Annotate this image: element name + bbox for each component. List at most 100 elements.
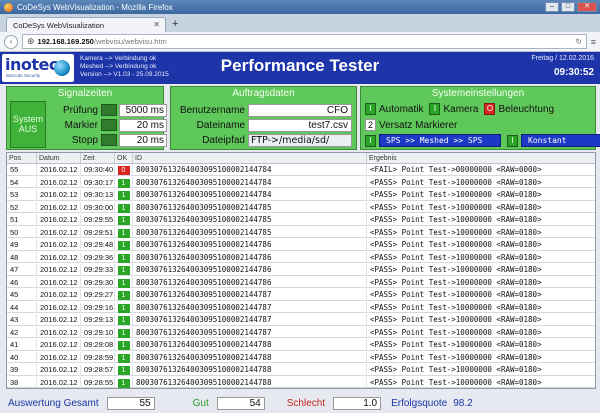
signal-value-input[interactable]: 5000 ms: [119, 103, 167, 117]
kamera-toggle[interactable]: I: [429, 103, 441, 115]
automatik-label: Automatik: [379, 103, 424, 115]
ok-indicator: 1: [117, 241, 130, 250]
menu-icon[interactable]: ≡: [591, 37, 596, 47]
cell-id: 800307613264003095100002144785: [133, 226, 367, 239]
settings-row-3: I SPS >> Meshed >> SPS I Konstant: [365, 134, 600, 147]
ok-indicator: 1: [117, 253, 130, 263]
signal-indicator: [101, 119, 117, 131]
kamera-label: Kamera: [443, 103, 479, 115]
back-icon[interactable]: ‹: [4, 34, 18, 49]
schlecht-label: Schlecht: [286, 397, 326, 409]
cell-time: 09:30:40: [81, 164, 115, 176]
cell-pos: 42: [7, 326, 37, 339]
dateiname-input[interactable]: test7.csv: [248, 118, 352, 132]
table-row[interactable]: 52 2016.02.12 09:30:00 1 8003076132640030951…: [7, 201, 595, 214]
navigation-bar: ‹ ⊕ 192.168.169.250 /webvisu/webvisu.htm…: [0, 32, 600, 52]
cell-date: 2016.02.12: [37, 376, 81, 388]
table-row[interactable]: 50 2016.02.12 09:29:51 1 8003076132640030951…: [7, 226, 595, 239]
field-benutzername: Benutzername CFO: [174, 103, 352, 117]
cell-result: <PASS> Point Test->10000000 <RAW=0180>: [367, 177, 595, 189]
benutzername-input[interactable]: CFO: [248, 103, 352, 117]
beleuchtung-label: Beleuchtung: [498, 103, 555, 115]
konstant-toggle[interactable]: I: [507, 134, 518, 147]
logo-subtext: Barcode Security: [6, 73, 41, 78]
minimize-button[interactable]: –: [545, 2, 559, 12]
table-row[interactable]: 40 2016.02.12 09:28:59 1 8003076132640030951…: [7, 351, 595, 364]
cell-time: 09:29:16: [81, 301, 115, 314]
cell-time: 09:29:08: [81, 339, 115, 351]
table-row[interactable]: 48 2016.02.12 09:29:36 1 8003076132640030951…: [7, 251, 595, 264]
beleuchtung-toggle[interactable]: O: [484, 103, 496, 115]
table-row[interactable]: 41 2016.02.12 09:29:08 1 8003076132640030951…: [7, 339, 595, 351]
table-row[interactable]: 46 2016.02.12 09:29:30 1 8003076132640030951…: [7, 276, 595, 289]
table-row[interactable]: 45 2016.02.12 09:29:27 1 8003076132640030951…: [7, 289, 595, 301]
cell-ok: 1: [115, 239, 133, 251]
field-dateipfad: Dateipfad FTP->/media/sd/: [174, 133, 352, 147]
signal-row-markier: Markier 20 ms: [49, 118, 167, 132]
auftragsdaten-panel: Auftragsdaten Benutzername CFO Dateiname…: [170, 86, 357, 150]
cell-result: <PASS> Point Test->10000000 <RAW=0180>: [367, 289, 595, 301]
cell-pos: 48: [7, 251, 37, 264]
signal-value-input[interactable]: 20 ms: [119, 118, 167, 132]
reload-icon[interactable]: ↻: [575, 37, 581, 46]
new-tab-icon[interactable]: +: [172, 18, 178, 30]
signal-value-input[interactable]: 20 ms: [119, 133, 167, 147]
route-button[interactable]: SPS >> Meshed >> SPS: [379, 134, 501, 147]
column-header-ergebnis: Ergebnis: [367, 153, 595, 164]
gesamt-label: Auswertung Gesamt: [8, 397, 99, 409]
cell-time: 09:29:33: [81, 264, 115, 276]
cell-ok: 1: [115, 276, 133, 289]
maximize-button[interactable]: □: [561, 2, 575, 12]
table-row[interactable]: 38 2016.02.12 09:28:55 1 8003076132640030951…: [7, 376, 595, 388]
cell-id: 800307613264003095100002144787: [133, 326, 367, 339]
url-bar[interactable]: ⊕ 192.168.169.250 /webvisu/webvisu.htm ↻: [22, 34, 587, 49]
signal-label: Markier: [64, 119, 98, 131]
signal-label: Stopp: [71, 134, 98, 146]
versatz-input[interactable]: 2: [365, 119, 376, 131]
table-row[interactable]: 47 2016.02.12 09:29:33 1 8003076132640030951…: [7, 264, 595, 276]
cell-id: 800307613264003095100002144785: [133, 214, 367, 226]
cell-date: 2016.02.12: [37, 176, 81, 189]
automatik-toggle[interactable]: I: [365, 103, 376, 115]
cell-pos: 49: [7, 239, 37, 251]
cell-pos: 44: [7, 301, 37, 314]
fail-indicator: 0: [117, 166, 130, 175]
cell-result: <FAIL> Point Test->00000000 <RAW=0000>: [367, 164, 595, 176]
cell-time: 09:28:59: [81, 351, 115, 364]
close-window-button[interactable]: ✕: [577, 2, 597, 12]
system-status-button[interactable]: System AUS: [10, 101, 46, 148]
date-display: Freitag / 12.02.2016: [531, 55, 594, 62]
field-label: Benutzername: [179, 104, 245, 116]
table-row[interactable]: 44 2016.02.12 09:29:16 1 8003076132640030951…: [7, 301, 595, 314]
cell-date: 2016.02.12: [37, 326, 81, 339]
cell-result: <PASS> Point Test->10000000 <RAW=0180>: [367, 214, 595, 226]
table-row[interactable]: 49 2016.02.12 09:29:48 1 8003076132640030951…: [7, 239, 595, 251]
cell-time: 09:28:55: [81, 376, 115, 388]
table-row[interactable]: 51 2016.02.12 09:29:55 1 8003076132640030951…: [7, 214, 595, 226]
cell-result: <PASS> Point Test->10000000 <RAW=0180>: [367, 302, 595, 314]
table-row[interactable]: 43 2016.02.12 09:29:13 1 8003076132640030951…: [7, 314, 595, 326]
column-header-zeit: Zeit: [81, 153, 115, 164]
globe-icon: ⊕: [27, 36, 35, 46]
table-row[interactable]: 54 2016.02.12 09:30:17 1 8003076132640030951…: [7, 176, 595, 189]
cell-ok: 1: [115, 214, 133, 226]
route-toggle[interactable]: I: [365, 134, 376, 147]
signal-indicator: [101, 134, 117, 146]
cell-ok: 1: [115, 251, 133, 264]
cell-time: 09:28:57: [81, 364, 115, 376]
konstant-button[interactable]: Konstant: [521, 134, 600, 147]
gut-label: Gut: [192, 397, 209, 409]
table-row[interactable]: 53 2016.02.12 09:30:13 1 8003076132640030951…: [7, 189, 595, 201]
table-row[interactable]: 42 2016.02.12 09:29:10 1 8003076132640030951…: [7, 326, 595, 339]
cell-pos: 54: [7, 176, 37, 189]
table-row[interactable]: 39 2016.02.12 09:28:57 1 8003076132640030951…: [7, 364, 595, 376]
summary-bar: Auswertung Gesamt 55 Gut 54 Schlecht 1.0…: [0, 393, 600, 413]
results-table: Pos Datum Zeit OK ID Ergebnis 55 2016.02.…: [6, 152, 596, 389]
table-row[interactable]: 55 2016.02.12 09:30:40 0 8003076132640030951…: [7, 164, 595, 176]
cell-date: 2016.02.12: [37, 314, 81, 326]
cell-id: 800307613264003095100002144786: [133, 264, 367, 276]
cell-pos: 55: [7, 164, 37, 176]
close-tab-icon[interactable]: ✕: [153, 20, 160, 29]
cell-time: 09:29:27: [81, 289, 115, 301]
browser-tab[interactable]: CoDeSys WebVisualization ✕: [6, 17, 166, 32]
